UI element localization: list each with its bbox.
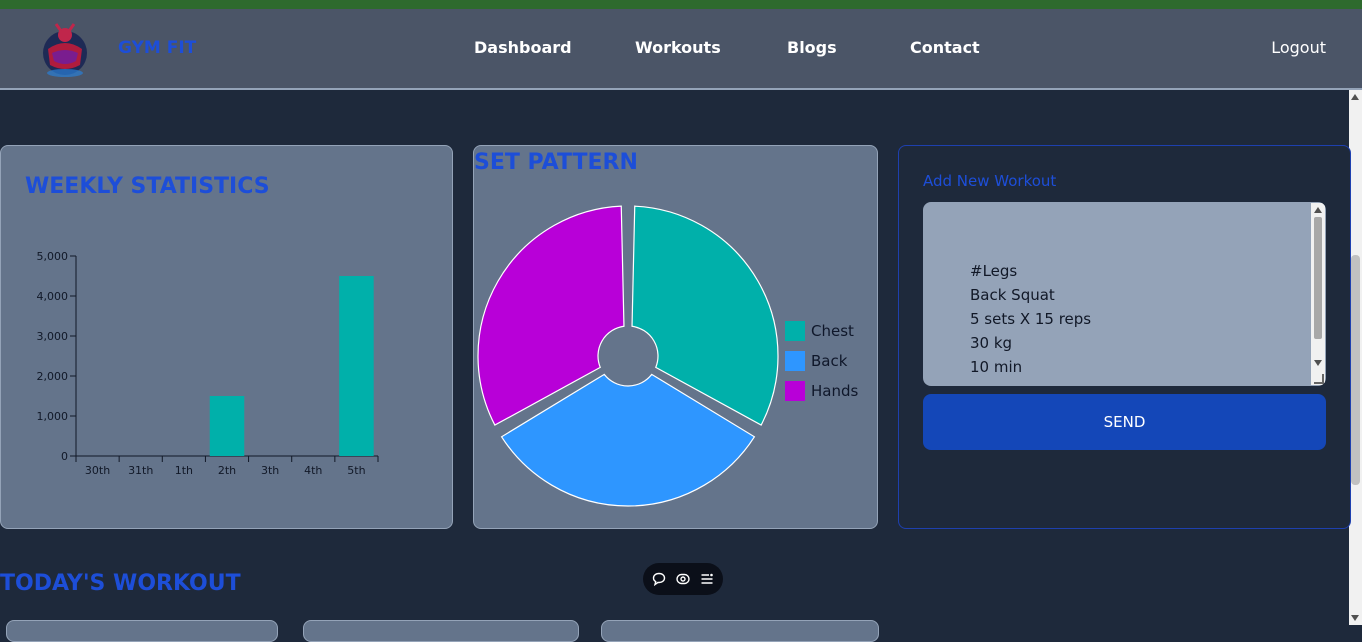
workout-line: 10 min — [970, 358, 1023, 376]
legend-label-chest: Chest — [811, 322, 854, 340]
nav-contact[interactable]: Contact — [910, 38, 980, 57]
scroll-thumb[interactable] — [1351, 255, 1360, 485]
workout-card[interactable] — [303, 620, 579, 642]
x-tick-label: 4th — [304, 464, 322, 477]
textarea-scroll-up-icon[interactable] — [1314, 207, 1322, 213]
x-tick-label: 30th — [85, 464, 110, 477]
workout-textarea[interactable]: #Legs Back Squat 5 sets X 15 reps 30 kg … — [923, 202, 1326, 386]
workout-card[interactable] — [601, 620, 879, 642]
weekly-bar-chart: 0 1,000 2,000 3,000 4,000 5,000 30th 31th 1th 2th… — [37, 250, 379, 477]
y-tick-label: 4,000 — [37, 290, 69, 303]
legend-swatch-hands — [785, 381, 805, 401]
workout-textarea-content[interactable]: #Legs Back Squat 5 sets X 15 reps 30 kg … — [970, 259, 1091, 379]
logout-button[interactable]: Logout — [1271, 38, 1326, 57]
navbar: GYM FIT Dashboard Workouts Blogs Contact… — [0, 9, 1362, 90]
textarea-scroll-down-icon[interactable] — [1314, 360, 1322, 366]
floating-toolbar — [643, 563, 723, 595]
nav-dashboard[interactable]: Dashboard — [474, 38, 572, 57]
y-tick-label: 2,000 — [37, 370, 69, 383]
y-tick-label: 1,000 — [37, 410, 69, 423]
textarea-scroll-thumb[interactable] — [1314, 217, 1322, 339]
textarea-resize-handle-icon[interactable] — [1314, 374, 1324, 384]
bar — [339, 276, 374, 456]
legend-item-hands: Hands — [785, 376, 858, 406]
x-tick-label: 31th — [128, 464, 153, 477]
x-tick-label: 3th — [261, 464, 279, 477]
top-strip — [0, 0, 1362, 9]
workout-card[interactable] — [6, 620, 278, 642]
legend-swatch-back — [785, 351, 805, 371]
legend-label-hands: Hands — [811, 382, 859, 400]
comment-icon[interactable] — [651, 571, 667, 587]
workout-line: #Legs — [970, 262, 1018, 280]
workout-line: Back Squat — [970, 286, 1055, 304]
scroll-down-arrow-icon[interactable] — [1351, 615, 1359, 621]
y-tick-label: 0 — [61, 450, 68, 463]
menu-icon[interactable] — [699, 571, 715, 587]
todays-workout-title: TODAY'S WORKOUT — [0, 571, 241, 596]
legend-swatch-chest — [785, 321, 805, 341]
weekly-statistics-card: WEEKLY STATISTICS 0 1,000 2,000 3,000 4,000 5… — [0, 145, 453, 529]
set-pattern-card: SET PATTERN Chest Back Hands — [473, 145, 878, 529]
nav-workouts[interactable]: Workouts — [635, 38, 721, 57]
x-tick-label: 2th — [218, 464, 236, 477]
brand-name[interactable]: GYM FIT — [118, 38, 196, 58]
add-workout-card: Add New Workout #Legs Back Squat 5 sets … — [898, 145, 1351, 529]
y-tick-label: 3,000 — [37, 330, 69, 343]
nav-blogs[interactable]: Blogs — [787, 38, 837, 57]
legend-item-back: Back — [785, 346, 858, 376]
x-tick-label: 1th — [175, 464, 193, 477]
logo-icon[interactable] — [40, 19, 90, 79]
bar — [209, 396, 245, 456]
legend-label-back: Back — [811, 352, 848, 370]
scroll-up-arrow-icon[interactable] — [1351, 94, 1359, 100]
eye-icon[interactable] — [675, 571, 691, 587]
textarea-scrollbar[interactable] — [1311, 203, 1325, 385]
send-button[interactable]: SEND — [923, 394, 1326, 450]
y-tick-label: 5,000 — [37, 250, 69, 263]
x-tick-label: 5th — [347, 464, 365, 477]
add-workout-title: Add New Workout — [923, 172, 1057, 190]
pie-legend: Chest Back Hands — [785, 316, 858, 406]
workout-line: 30 kg — [970, 334, 1013, 352]
legend-item-chest: Chest — [785, 316, 858, 346]
workout-line: 5 sets X 15 reps — [970, 310, 1092, 328]
